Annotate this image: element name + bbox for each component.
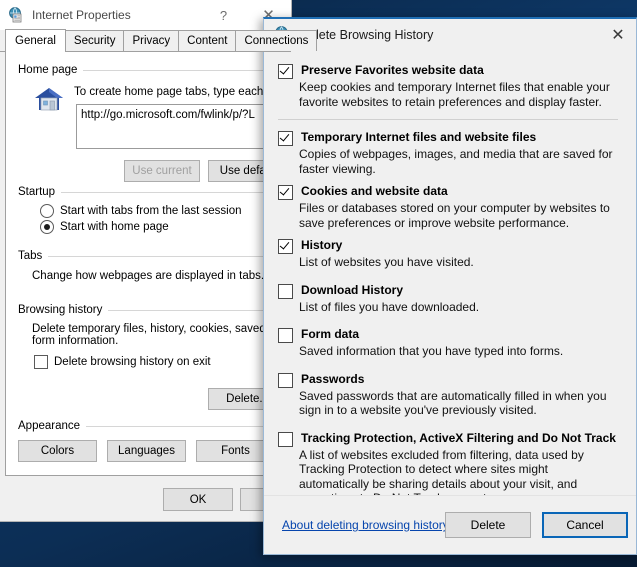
group-divider bbox=[61, 192, 275, 193]
tab-connections[interactable]: Connections bbox=[235, 30, 317, 51]
option-label: Cookies and website data bbox=[301, 184, 448, 199]
option-description: List of files you have downloaded. bbox=[299, 300, 617, 315]
delete-dialog-footer: About deleting browsing history Delete C… bbox=[264, 495, 636, 554]
browsing-history-group: Browsing history Delete temporary files,… bbox=[18, 304, 275, 371]
internet-properties-footer: OK bbox=[0, 477, 291, 521]
browsing-history-description-1: Delete temporary files, history, cookies… bbox=[32, 323, 275, 335]
home-page-group: Home page To create home page tabs, type… bbox=[18, 64, 275, 76]
browsing-history-description-2: form information. bbox=[32, 335, 275, 347]
option-passwords[interactable]: Passwords Saved passwords that are autom… bbox=[278, 372, 622, 418]
checkbox-label: Delete browsing history on exit bbox=[54, 356, 211, 368]
option-label: Tracking Protection, ActiveX Filtering a… bbox=[301, 431, 616, 446]
checkbox-icon[interactable] bbox=[278, 432, 293, 447]
option-form-data[interactable]: Form data Saved information that you hav… bbox=[278, 327, 622, 359]
checkbox-icon[interactable] bbox=[278, 328, 293, 343]
tab-security[interactable]: Security bbox=[65, 30, 125, 51]
home-page-group-label: Home page bbox=[18, 64, 275, 76]
appearance-group-label: Appearance bbox=[18, 420, 275, 432]
option-label: Temporary Internet files and website fil… bbox=[301, 130, 536, 145]
option-cookies-website-data[interactable]: Cookies and website data Files or databa… bbox=[278, 184, 622, 230]
radio-start-last-session[interactable]: Start with tabs from the last session bbox=[40, 204, 275, 218]
option-header: Passwords bbox=[278, 372, 622, 388]
option-preserve-favorites[interactable]: Preserve Favorites website data Keep coo… bbox=[278, 63, 622, 109]
radio-start-home-page[interactable]: Start with home page bbox=[40, 220, 275, 234]
checkbox-delete-history-on-exit[interactable]: Delete browsing history on exit bbox=[34, 355, 275, 369]
house-icon bbox=[34, 86, 64, 112]
delete-dialog-title: Delete Browsing History bbox=[300, 28, 433, 42]
colors-button[interactable]: Colors bbox=[18, 440, 97, 462]
internet-properties-window: Internet Properties ? ✕ General Security… bbox=[0, 0, 292, 522]
radio-label: Start with tabs from the last session bbox=[60, 205, 242, 217]
option-description: Keep cookies and temporary Internet file… bbox=[299, 80, 617, 109]
tab-general[interactable]: General bbox=[5, 29, 66, 52]
languages-button[interactable]: Languages bbox=[107, 440, 186, 462]
option-label: Download History bbox=[301, 283, 403, 298]
radio-label: Start with home page bbox=[60, 221, 169, 233]
option-label: Preserve Favorites website data bbox=[301, 63, 484, 78]
internet-properties-title: Internet Properties bbox=[32, 8, 131, 22]
option-download-history[interactable]: Download History List of files you have … bbox=[278, 283, 622, 315]
checkbox-icon bbox=[34, 355, 48, 369]
internet-properties-tabstrip: General Security Privacy Content Connect… bbox=[0, 30, 291, 52]
option-label: Passwords bbox=[301, 372, 364, 387]
delete-dialog-options-list: Preserve Favorites website data Keep coo… bbox=[264, 51, 636, 496]
close-icon[interactable]: ✕ bbox=[600, 19, 636, 51]
checkbox-icon[interactable] bbox=[278, 373, 293, 388]
delete-button[interactable]: Delete bbox=[445, 512, 531, 538]
radio-icon-selected bbox=[40, 220, 54, 234]
group-divider bbox=[86, 426, 275, 427]
browsing-history-group-label: Browsing history bbox=[18, 304, 275, 316]
use-current-button[interactable]: Use current bbox=[124, 160, 200, 182]
startup-group-label: Startup bbox=[18, 186, 275, 198]
checkbox-icon-checked[interactable] bbox=[278, 131, 293, 146]
help-button[interactable]: ? bbox=[201, 0, 246, 30]
tabs-group: Tabs Change how webpages are displayed i… bbox=[18, 250, 275, 282]
checkbox-icon-checked[interactable] bbox=[278, 185, 293, 200]
cancel-button[interactable]: Cancel bbox=[542, 512, 628, 538]
option-header: Cookies and website data bbox=[278, 184, 622, 200]
option-separator bbox=[278, 119, 618, 120]
radio-icon bbox=[40, 204, 54, 218]
tab-content[interactable]: Content bbox=[178, 30, 236, 51]
option-description: Saved information that you have typed in… bbox=[299, 344, 617, 359]
option-history[interactable]: History List of websites you have visite… bbox=[278, 238, 622, 270]
ok-button[interactable]: OK bbox=[163, 488, 233, 511]
option-header: Tracking Protection, ActiveX Filtering a… bbox=[278, 431, 622, 447]
option-temporary-internet-files[interactable]: Temporary Internet files and website fil… bbox=[278, 130, 622, 176]
tabs-description: Change how webpages are displayed in tab… bbox=[32, 270, 275, 282]
startup-group: Startup Start with tabs from the last se… bbox=[18, 186, 275, 236]
option-header: Form data bbox=[278, 327, 622, 343]
checkbox-icon-checked[interactable] bbox=[278, 239, 293, 254]
internet-properties-general-panel: Home page To create home page tabs, type… bbox=[5, 52, 286, 476]
option-header: Preserve Favorites website data bbox=[278, 63, 622, 79]
appearance-group: Appearance Colors Languages Fonts bbox=[18, 420, 275, 462]
option-header: Download History bbox=[278, 283, 622, 299]
group-divider bbox=[48, 256, 275, 257]
option-label: Form data bbox=[301, 327, 359, 342]
option-header: History bbox=[278, 238, 622, 254]
checkbox-icon-checked[interactable] bbox=[278, 64, 293, 79]
delete-browsing-history-dialog: Delete Browsing History ✕ Preserve Favor… bbox=[263, 17, 637, 555]
option-header: Temporary Internet files and website fil… bbox=[278, 130, 622, 146]
about-deleting-browsing-history-link[interactable]: About deleting browsing history bbox=[282, 518, 449, 532]
internet-properties-icon bbox=[8, 7, 24, 23]
group-divider bbox=[108, 310, 275, 311]
option-description: List of websites you have visited. bbox=[299, 255, 617, 270]
tab-privacy[interactable]: Privacy bbox=[123, 30, 179, 51]
option-description: Saved passwords that are automatically f… bbox=[299, 389, 617, 418]
checkbox-icon[interactable] bbox=[278, 284, 293, 299]
option-description: Copies of webpages, images, and media th… bbox=[299, 147, 617, 176]
option-label: History bbox=[301, 238, 342, 253]
option-description: Files or databases stored on your comput… bbox=[299, 201, 617, 230]
tabs-group-label: Tabs bbox=[18, 250, 275, 262]
delete-dialog-titlebar: Delete Browsing History ✕ bbox=[264, 19, 636, 51]
internet-properties-titlebar: Internet Properties ? ✕ bbox=[0, 0, 291, 30]
group-divider bbox=[83, 70, 275, 71]
home-page-description: To create home page tabs, type each a bbox=[74, 86, 273, 98]
